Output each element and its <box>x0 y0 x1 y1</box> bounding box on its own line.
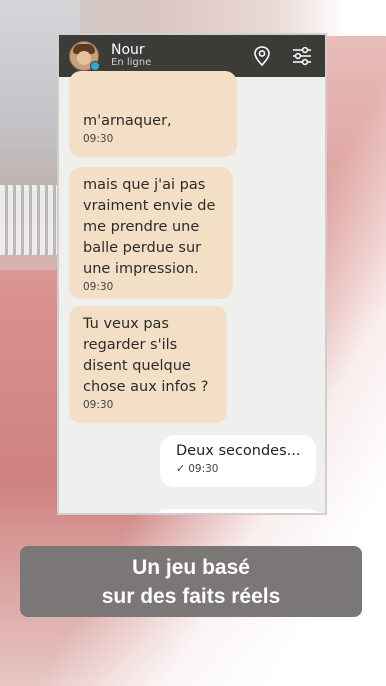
message-time: 09:30 <box>83 133 114 145</box>
incoming-message: m'arnaquer, 09:30 <box>69 71 237 157</box>
contact-info[interactable]: Nour En ligne <box>111 43 235 68</box>
sliders-icon[interactable] <box>289 43 315 69</box>
message-text: mais que j'ai pas vraiment envie de me p… <box>83 177 216 277</box>
message-time: 09:30 <box>83 399 114 411</box>
chat-window: Nour En ligne m'arnaquer, 09:30 mais que… <box>57 33 327 515</box>
location-pin-icon[interactable] <box>249 43 275 69</box>
contact-name: Nour <box>111 42 145 59</box>
message-time: 09:30 <box>83 281 114 293</box>
message-meta: ✓ 09:30 <box>176 462 306 475</box>
message-list[interactable]: m'arnaquer, 09:30 mais que j'ai pas vrai… <box>59 71 325 513</box>
online-indicator <box>90 61 100 71</box>
outgoing-message: Deux secondes... ✓ 09:30 <box>160 435 316 487</box>
caption-line-1: Un jeu basé <box>132 556 250 579</box>
check-icon: ✓ <box>176 462 186 475</box>
reply-bar <box>150 509 325 513</box>
promo-caption: Un jeu basé sur des faits réels <box>20 546 362 617</box>
message-text: Deux secondes... <box>176 443 301 459</box>
incoming-message: Tu veux pas regarder s'ils disent quelqu… <box>69 306 227 423</box>
message-text: m'arnaquer, <box>83 113 172 129</box>
message-text: Tu veux pas regarder s'ils disent quelqu… <box>83 316 209 395</box>
caption-line-2: sur des faits réels <box>101 585 281 608</box>
avatar-face <box>77 51 91 65</box>
contact-status: En ligne <box>111 57 152 69</box>
background-fence <box>0 185 58 255</box>
incoming-message: mais que j'ai pas vraiment envie de me p… <box>69 167 233 299</box>
contact-avatar[interactable] <box>69 41 100 71</box>
message-time: 09:30 <box>188 462 219 475</box>
